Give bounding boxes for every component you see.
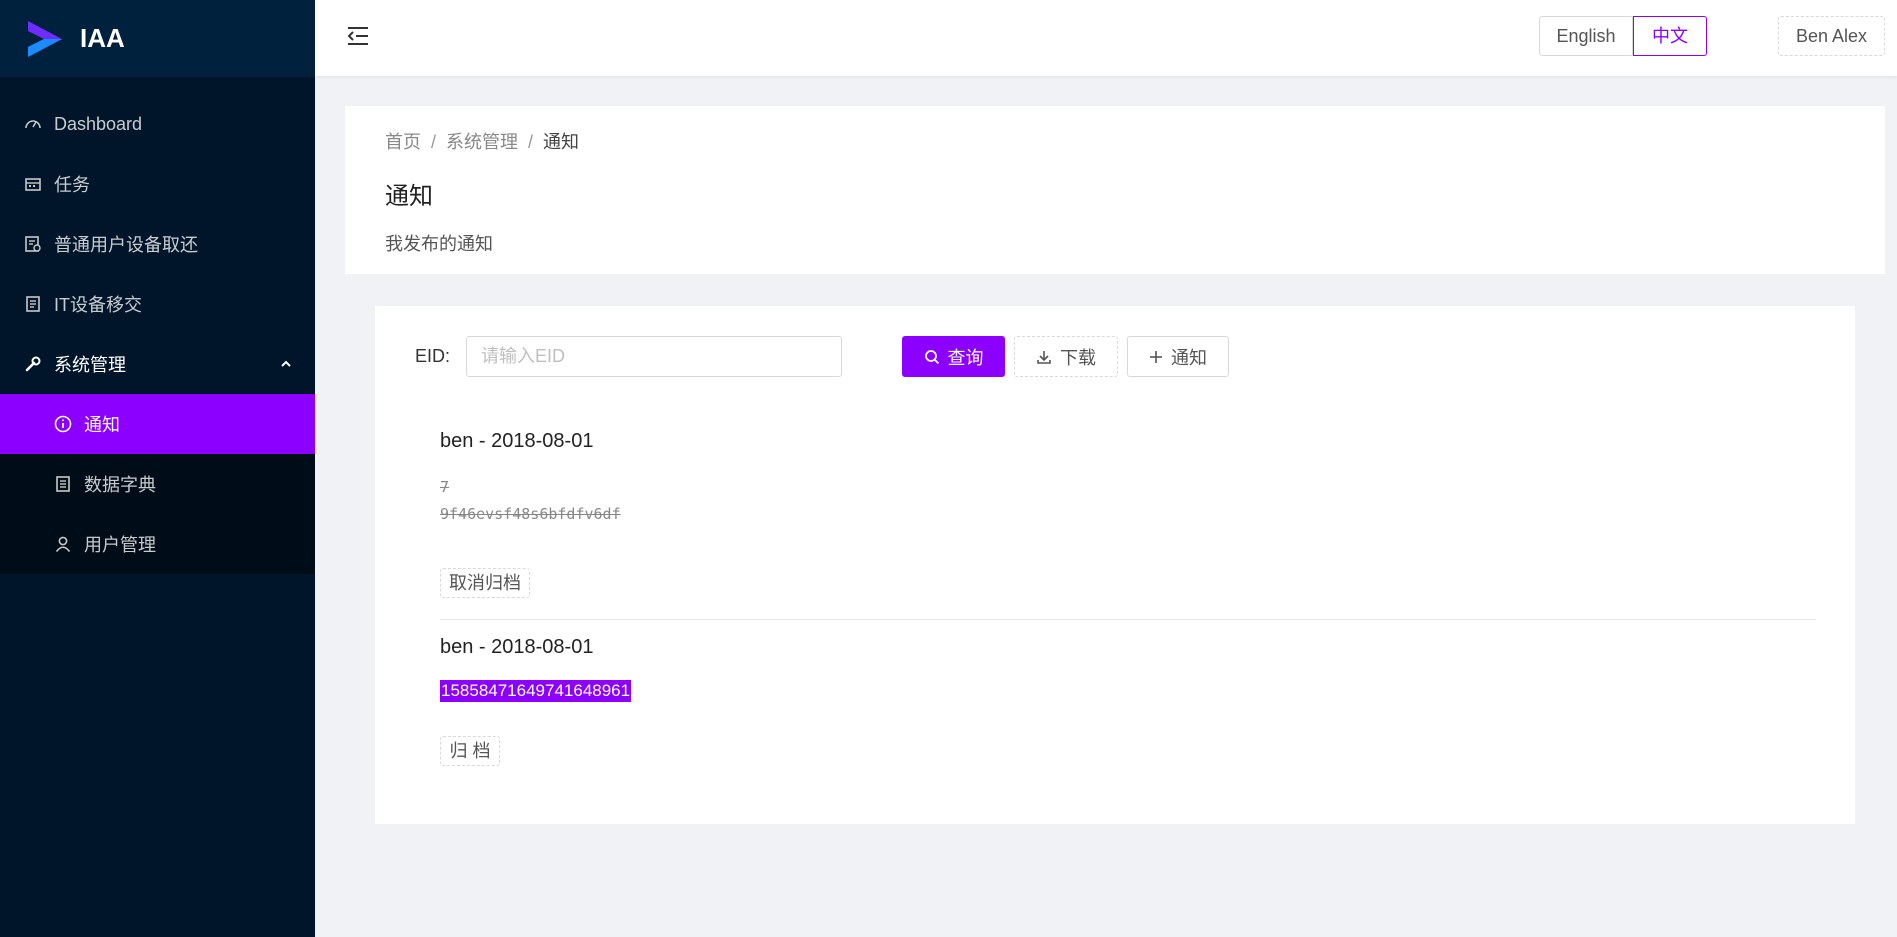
add-notice-button-label: 通知: [1171, 347, 1207, 368]
notice-card: EID: 查询 下载 通知 ben - 2018-08-01 7 9f46evs…: [375, 306, 1855, 824]
notice-title: ben - 2018-08-01: [440, 430, 594, 452]
search-button-label: 查询: [947, 347, 984, 368]
dashboard-icon: [24, 115, 42, 133]
notice-line: 7: [440, 478, 450, 496]
page-title: 通知: [385, 183, 433, 210]
user-icon: [54, 535, 72, 553]
breadcrumb-separator: /: [431, 132, 437, 152]
sidebar-item-dashboard[interactable]: Dashboard: [0, 94, 315, 154]
wrench-icon: [24, 355, 42, 373]
system-submenu: 通知 数据字典 用户管理: [0, 394, 315, 574]
add-notice-button[interactable]: 通知: [1127, 336, 1229, 377]
sidebar-item-data-dictionary[interactable]: 数据字典: [0, 454, 315, 514]
book-icon: [54, 475, 72, 493]
download-icon: [1037, 350, 1051, 364]
eid-input[interactable]: [466, 336, 842, 377]
page-description: 我发布的通知: [385, 234, 493, 254]
page-header: 首页 / 系统管理 / 通知 通知 我发布的通知: [345, 106, 1885, 274]
logo-icon: [28, 20, 62, 57]
lang-chinese-button[interactable]: 中文: [1633, 16, 1707, 56]
breadcrumb-system[interactable]: 系统管理: [446, 132, 518, 152]
breadcrumb: 首页 / 系统管理 / 通知: [385, 128, 579, 154]
sidebar-item-label: 任务: [54, 175, 90, 195]
notice-item: ben - 2018-08-01 15858471649741648961 归 …: [440, 636, 1816, 796]
notice-item: ben - 2018-08-01 7 9f46evsf48s6bfdfv6df …: [440, 430, 1816, 620]
sidebar-item-label: 系统管理: [54, 355, 126, 375]
lang-english-button[interactable]: English: [1539, 16, 1633, 56]
sidebar-item-label: Dashboard: [54, 113, 143, 134]
sidebar-item-device-borrow[interactable]: 普通用户设备取还: [0, 214, 315, 274]
sidebar-item-label: 用户管理: [84, 535, 156, 555]
chevron-up-icon: [281, 360, 291, 367]
search-button[interactable]: 查询: [902, 336, 1005, 377]
sidebar-item-system-management[interactable]: 系统管理: [0, 334, 315, 394]
sidebar-item-it-handover[interactable]: IT设备移交: [0, 274, 315, 334]
sidebar-item-label: 数据字典: [84, 475, 156, 495]
notice-content: 7 9f46evsf48s6bfdfv6df: [440, 474, 621, 528]
breadcrumb-current: 通知: [543, 132, 580, 152]
archive-button[interactable]: 归 档: [440, 736, 500, 766]
sidebar: IAA Dashboard 任务 普通用户设备取还 IT设备移交 系统管理 通知…: [0, 0, 315, 937]
plus-icon: [1150, 350, 1162, 363]
sidebar-menu: Dashboard 任务 普通用户设备取还 IT设备移交 系统管理 通知 数据字…: [0, 77, 315, 574]
sidebar-item-label: 通知: [84, 415, 120, 435]
download-button[interactable]: 下载: [1014, 336, 1118, 377]
notice-title: ben - 2018-08-01: [440, 636, 594, 658]
sidebar-item-notice[interactable]: 通知: [0, 394, 315, 454]
logo-text: IAA: [80, 23, 125, 53]
sidebar-item-label: IT设备移交: [54, 295, 142, 315]
document-icon: [24, 295, 42, 313]
top-header: English 中文 Ben Alex: [315, 0, 1897, 76]
search-icon: [924, 349, 939, 364]
form-icon: [24, 235, 42, 253]
sidebar-item-user-management[interactable]: 用户管理: [0, 514, 315, 574]
download-button-label: 下载: [1060, 347, 1096, 368]
eid-label: EID:: [415, 346, 451, 366]
language-switch: English 中文: [1539, 16, 1707, 56]
breadcrumb-separator: /: [528, 132, 534, 152]
notice-line: 9f46evsf48s6bfdfv6df: [440, 505, 621, 523]
menu-fold-icon[interactable]: [345, 23, 371, 49]
sidebar-item-label: 普通用户设备取还: [54, 235, 198, 255]
info-circle-icon: [54, 415, 72, 433]
breadcrumb-home[interactable]: 首页: [385, 132, 421, 152]
sidebar-item-tasks[interactable]: 任务: [0, 154, 315, 214]
user-menu-button[interactable]: Ben Alex: [1778, 16, 1885, 56]
calendar-icon: [24, 175, 42, 193]
notice-content-selected: 15858471649741648961: [440, 680, 632, 702]
logo-bar[interactable]: IAA: [0, 0, 315, 77]
unarchive-button[interactable]: 取消归档: [440, 568, 530, 598]
